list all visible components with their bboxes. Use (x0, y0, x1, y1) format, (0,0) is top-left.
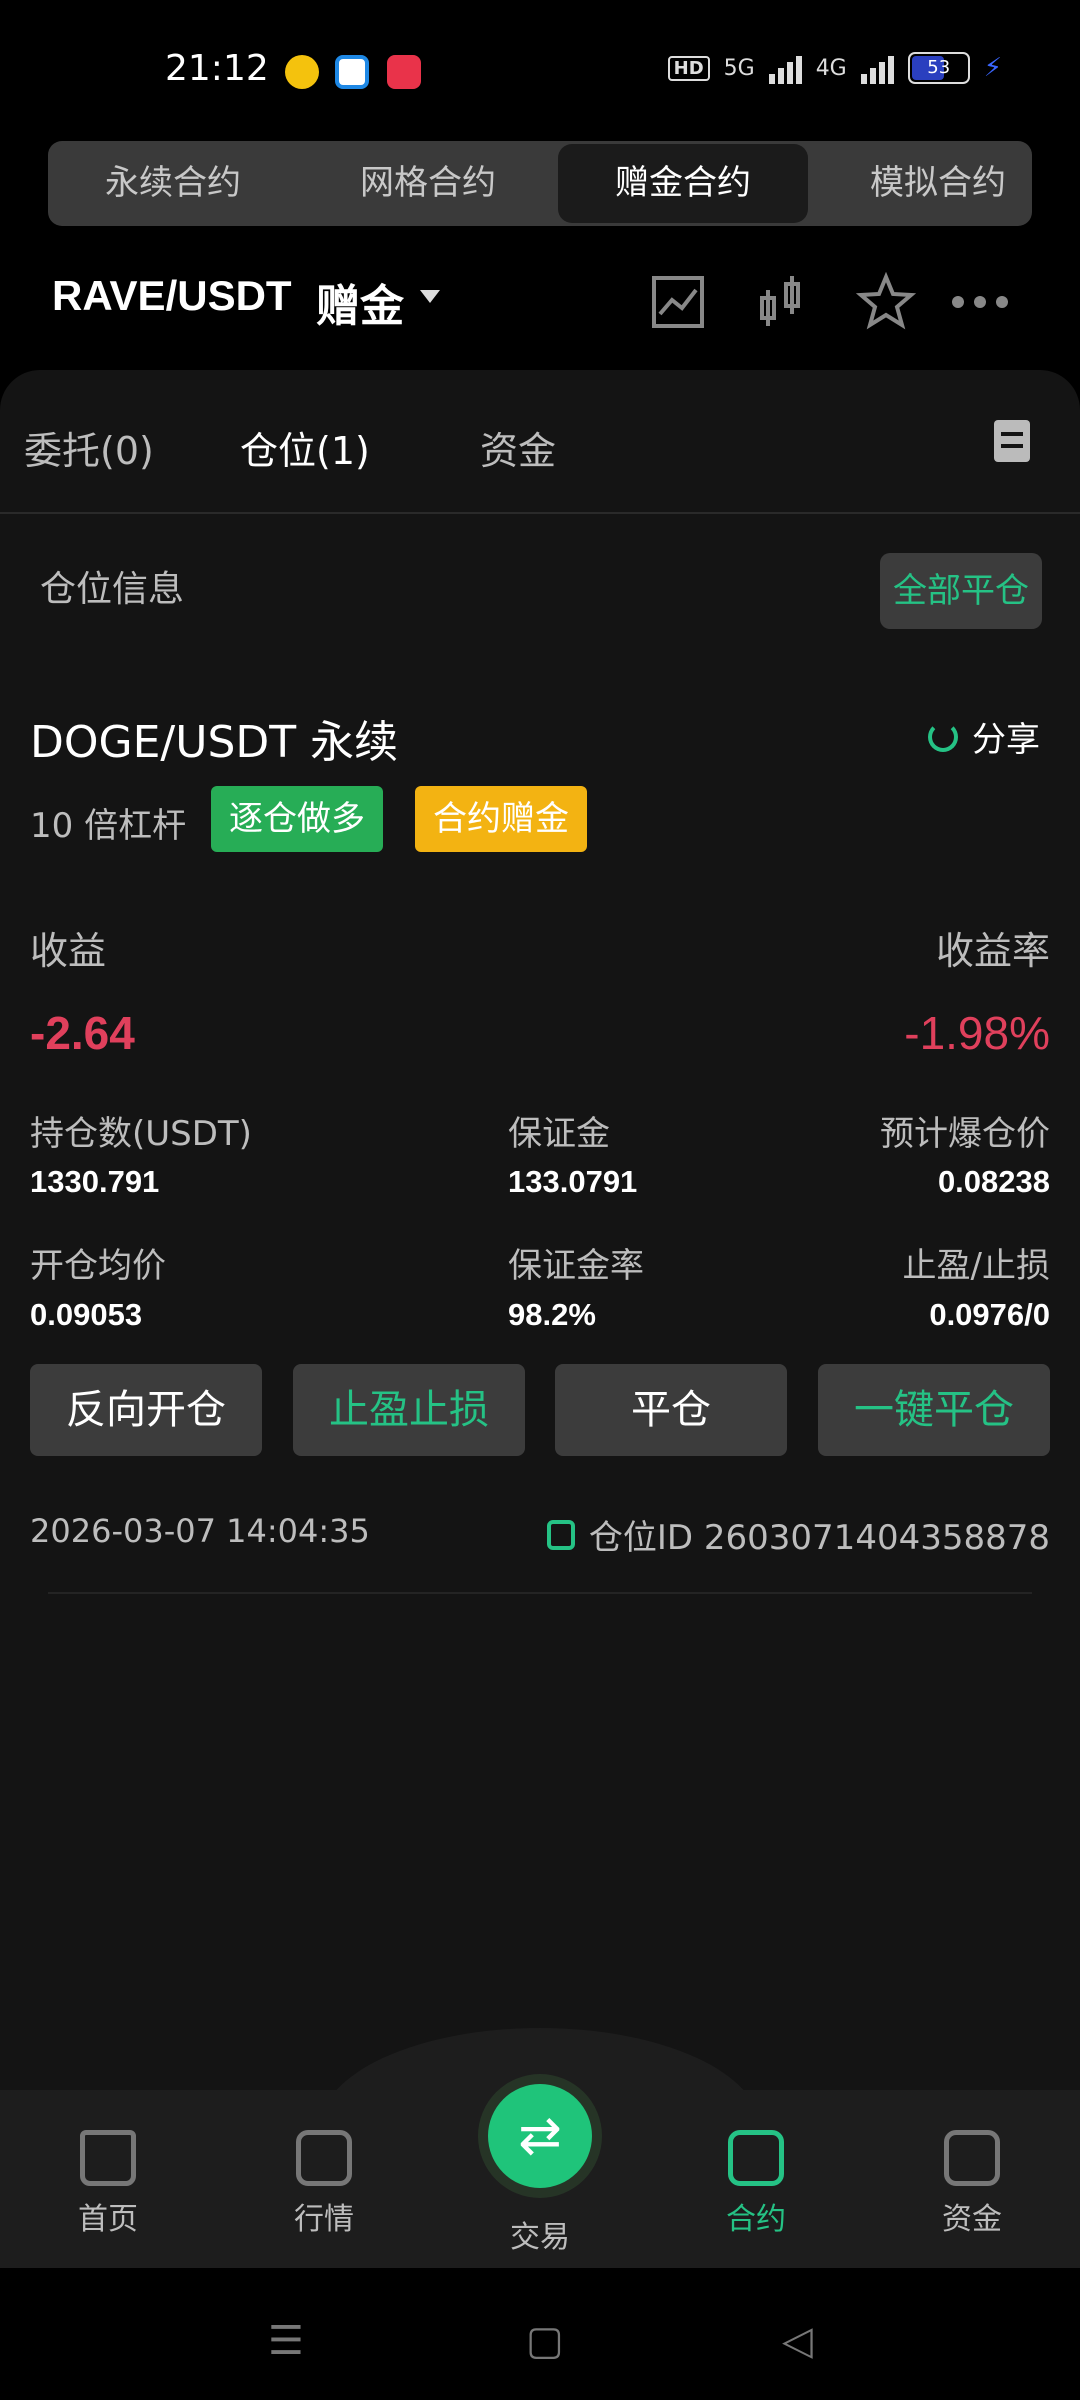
tab-perpetual[interactable]: 永续合约 (48, 141, 298, 226)
trade-button[interactable]: ⇄ (488, 2084, 592, 2188)
tab-grid[interactable]: 网格合约 (303, 141, 553, 226)
app-notification-icon (387, 55, 421, 89)
status-indicators: HD 5G 4G 53 ⚡ (667, 52, 1002, 84)
bonus-badge: 合约赠金 (415, 786, 587, 852)
chart-icon[interactable] (648, 272, 708, 332)
home-icon (80, 2130, 136, 2186)
tab-positions[interactable]: 仓位(1) (240, 420, 370, 475)
position-symbol[interactable]: DOGE/USDT 永续 (30, 706, 398, 770)
pnl-rate-label: 收益率 (935, 929, 1050, 973)
star-icon[interactable] (856, 272, 916, 332)
app-notification-icon (335, 55, 369, 89)
more-icon[interactable] (950, 272, 1010, 332)
document-icon[interactable] (994, 420, 1030, 462)
close-position-button[interactable]: 平仓 (555, 1364, 787, 1456)
market-icon (296, 2130, 352, 2186)
section-title: 仓位信息 (40, 569, 185, 610)
caret-down-icon[interactable] (420, 290, 440, 303)
liq-price-value: 0.08238 (937, 1164, 1050, 1199)
nav-assets[interactable]: 资金 (902, 2130, 1042, 2238)
battery-level: 53 (927, 57, 951, 78)
pnl-value: -2.64 (30, 1007, 135, 1059)
app-notification-icon (285, 55, 319, 89)
tab-funds[interactable]: 资金 (480, 420, 556, 475)
tpsl-button[interactable]: 止盈止损 (293, 1364, 525, 1456)
wallet-icon (944, 2130, 1000, 2186)
candlestick-icon[interactable] (752, 272, 812, 332)
opened-time: 2026-03-07 14:04:35 (30, 1512, 370, 1550)
network-label-2: 4G (815, 55, 847, 81)
nav-home-label: 首页 (78, 2202, 138, 2237)
pnl-rate-value: -1.98% (904, 1007, 1050, 1059)
margin-rate-value: 98.2% (508, 1297, 596, 1332)
entry-price-value: 0.09053 (30, 1297, 143, 1332)
nav-market[interactable]: 行情 (254, 2130, 394, 2238)
tpsl-label: 止盈/止损 (902, 1246, 1050, 1286)
network-label: 5G (723, 55, 755, 81)
swap-icon: ⇄ (518, 2106, 562, 2166)
charging-icon: ⚡ (983, 53, 1002, 83)
entry-price-label: 开仓均价 (30, 1246, 166, 1286)
position-id[interactable]: 仓位ID 2603071404358878 (546, 1510, 1050, 1559)
status-time: 21:12 (165, 48, 269, 89)
divider (0, 512, 1080, 514)
margin-value: 133.0791 (508, 1164, 638, 1199)
signal-icon (768, 52, 802, 84)
signal-icon (860, 52, 894, 84)
margin-rate-label: 保证金率 (508, 1246, 644, 1286)
nav-contract[interactable]: 合约 (686, 2130, 826, 2238)
tab-demo[interactable]: 模拟合约 (813, 141, 1032, 226)
pnl-label: 收益 (30, 929, 107, 973)
mode-badge: 逐仓做多 (211, 786, 383, 852)
size-value: 1330.791 (30, 1164, 160, 1199)
close-all-button[interactable]: 全部平仓 (880, 553, 1042, 629)
contract-type-tabs: 永续合约 网格合约 赠金合约 模拟合约 (48, 141, 1032, 226)
reverse-open-button[interactable]: 反向开仓 (30, 1364, 262, 1456)
tpsl-value: 0.0976/0 (929, 1297, 1050, 1332)
divider (48, 1592, 1032, 1594)
nav-assets-label: 资金 (942, 2202, 1002, 2237)
liq-price-label: 预计爆仓价 (880, 1114, 1050, 1154)
back-icon[interactable]: ◁ (782, 2318, 813, 2364)
copy-icon[interactable] (546, 1519, 575, 1550)
home-system-icon[interactable]: ▢ (526, 2318, 564, 2364)
battery-icon: 53 (907, 52, 970, 84)
pair-selector[interactable]: RAVE/USDT (52, 272, 292, 320)
size-label: 持仓数(USDT) (30, 1114, 252, 1154)
position-id-text: 仓位ID 2603071404358878 (588, 1518, 1050, 1558)
recents-icon[interactable]: ☰ (268, 2318, 304, 2364)
share-label: 分享 (972, 720, 1040, 760)
nav-home[interactable]: 首页 (38, 2130, 178, 2238)
share-icon (928, 721, 958, 752)
share-button[interactable]: 分享 (928, 712, 1040, 761)
contract-icon (728, 2130, 784, 2186)
nav-market-label: 行情 (294, 2202, 354, 2237)
quick-close-button[interactable]: 一键平仓 (818, 1364, 1050, 1456)
margin-label: 保证金 (508, 1114, 610, 1154)
tab-bonus[interactable]: 赠金合约 (558, 144, 808, 223)
pair-type-label[interactable]: 赠金 (316, 270, 404, 334)
tab-orders[interactable]: 委托(0) (24, 420, 154, 475)
nav-trade-label: 交易 (510, 2220, 570, 2255)
leverage-label: 10 倍杠杆 (30, 806, 187, 846)
hd-voice-icon: HD (667, 55, 710, 81)
nav-contract-label: 合约 (726, 2202, 786, 2237)
